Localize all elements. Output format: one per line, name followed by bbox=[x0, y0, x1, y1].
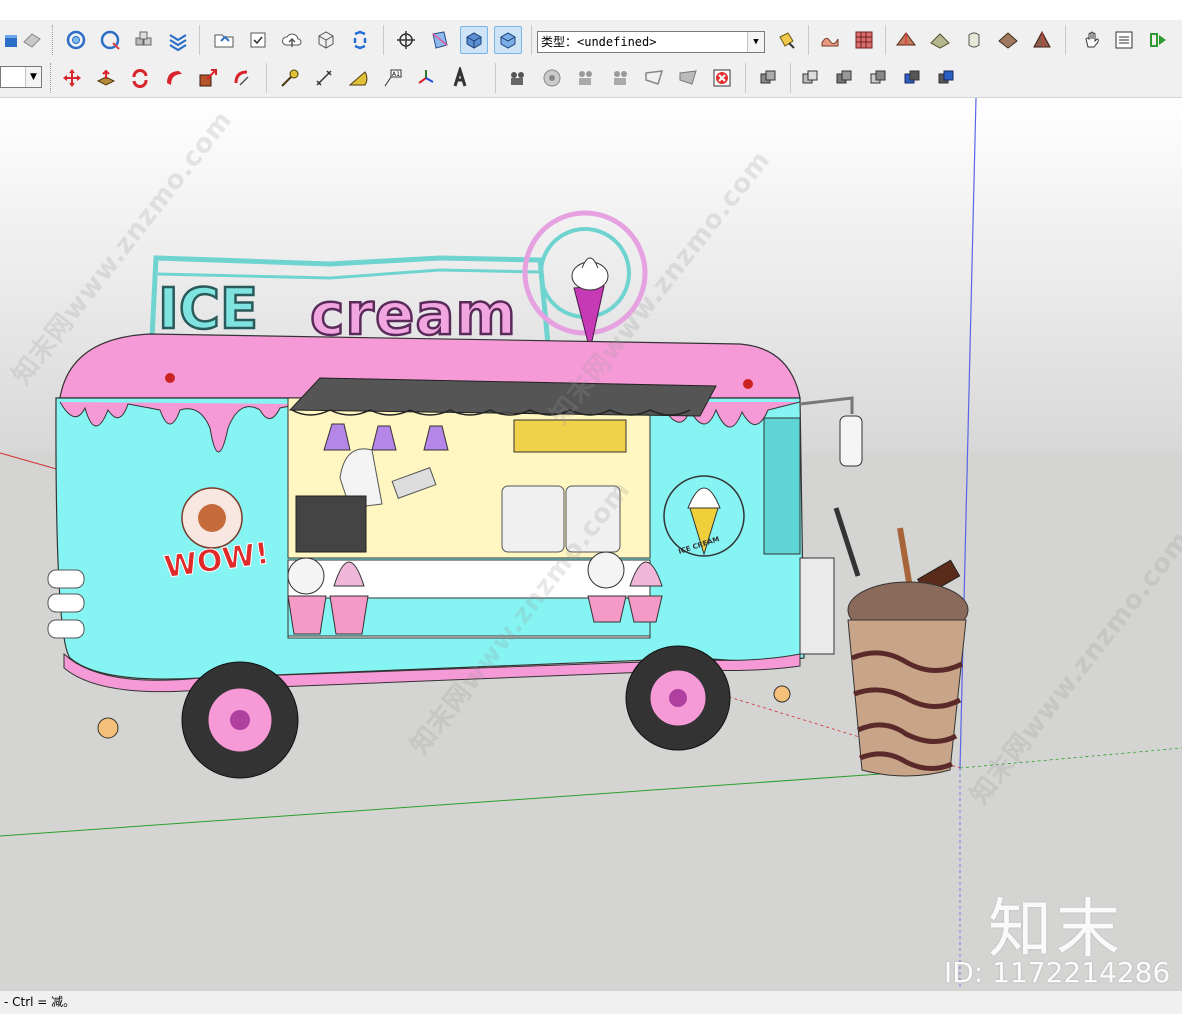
move-icon[interactable] bbox=[58, 64, 86, 92]
tail-light bbox=[47, 569, 85, 589]
chevron-down-icon[interactable]: ▼ bbox=[747, 32, 764, 52]
layer-combo[interactable]: ▼ bbox=[0, 66, 42, 88]
pushpull-icon[interactable] bbox=[92, 64, 120, 92]
toolbar-area: 类型：<undefined> ▼ ▼ A1 bbox=[0, 20, 1182, 98]
protractor-icon[interactable] bbox=[344, 64, 372, 92]
followme-icon[interactable] bbox=[160, 64, 188, 92]
section-fill-icon[interactable] bbox=[674, 64, 702, 92]
checkbox-icon[interactable] bbox=[244, 26, 272, 54]
status-bar: - Ctrl = 减。 bbox=[0, 990, 1182, 1014]
rotate-icon[interactable] bbox=[126, 64, 154, 92]
svg-text:A1: A1 bbox=[392, 71, 400, 78]
section-plane-icon[interactable] bbox=[640, 64, 668, 92]
sandbox-icon[interactable] bbox=[816, 26, 844, 54]
type-field[interactable]: 类型：<undefined> ▼ bbox=[537, 31, 765, 53]
solid-subtract-icon[interactable] bbox=[864, 64, 892, 92]
orbit-zoom-icon[interactable] bbox=[96, 26, 124, 54]
package-icon[interactable] bbox=[312, 26, 340, 54]
pyramid-icon[interactable] bbox=[1028, 26, 1056, 54]
eraser-icon[interactable] bbox=[18, 26, 46, 54]
toolbar-grip[interactable] bbox=[50, 63, 53, 93]
look-around-icon[interactable] bbox=[538, 64, 566, 92]
terrain-icon[interactable] bbox=[892, 26, 920, 54]
solid-intersect-icon[interactable] bbox=[830, 64, 858, 92]
watermark-id: ID: 1172214286 bbox=[944, 956, 1171, 989]
title-strip bbox=[0, 0, 1182, 20]
texture-icon[interactable] bbox=[994, 26, 1022, 54]
display-shelf bbox=[295, 495, 367, 553]
side-mirror bbox=[839, 415, 863, 467]
iso-view-icon[interactable] bbox=[460, 26, 488, 54]
top-view-icon[interactable] bbox=[494, 26, 522, 54]
scale-icon[interactable] bbox=[194, 64, 222, 92]
extension-icon[interactable] bbox=[346, 26, 374, 54]
toolbar-grip[interactable] bbox=[52, 25, 55, 55]
sign-text-ice: ICE bbox=[158, 277, 258, 342]
paint-bucket-icon[interactable] bbox=[772, 26, 800, 54]
type-field-value: 类型：<undefined> bbox=[541, 35, 657, 49]
text-icon[interactable]: A1 bbox=[378, 64, 406, 92]
delete-section-icon[interactable] bbox=[708, 64, 736, 92]
solid-split-icon[interactable] bbox=[932, 64, 960, 92]
walk-icon[interactable] bbox=[572, 64, 600, 92]
front-wheel bbox=[625, 645, 731, 751]
hand-icon[interactable] bbox=[1078, 26, 1106, 54]
dimension-icon[interactable] bbox=[310, 64, 338, 92]
rear-wheel bbox=[181, 661, 299, 779]
drape-icon[interactable] bbox=[960, 26, 988, 54]
section-box-icon[interactable] bbox=[426, 26, 454, 54]
marker-light bbox=[165, 373, 175, 383]
solid-union-icon[interactable] bbox=[796, 64, 824, 92]
position-camera-icon[interactable] bbox=[606, 64, 634, 92]
components-icon[interactable] bbox=[130, 26, 158, 54]
solid-trim-icon[interactable] bbox=[898, 64, 926, 92]
grid-tile-icon[interactable] bbox=[850, 26, 878, 54]
toolbar-row-1: 类型：<undefined> ▼ bbox=[0, 22, 1182, 58]
toolbar-row-2: ▼ A1 bbox=[0, 60, 1182, 96]
cloud-upload-icon[interactable] bbox=[278, 26, 306, 54]
open-folder-icon[interactable] bbox=[210, 26, 238, 54]
front-bumper-box bbox=[799, 557, 835, 655]
chevron-down-icon[interactable]: ▼ bbox=[25, 67, 41, 87]
offset-icon[interactable] bbox=[228, 64, 256, 92]
status-hint: - Ctrl = 减。 bbox=[4, 995, 76, 1009]
orbit-pan-icon[interactable] bbox=[62, 26, 90, 54]
flip-icon[interactable] bbox=[164, 26, 192, 54]
camera-icon[interactable] bbox=[504, 64, 532, 92]
3d-text-icon[interactable] bbox=[446, 64, 474, 92]
solid-outer-shell-icon[interactable] bbox=[754, 64, 782, 92]
modeling-viewport[interactable]: ICE cream ICE CREAM WOW! 知末网www.znzmo.co… bbox=[0, 98, 1182, 990]
cab-window bbox=[763, 417, 801, 555]
stamp-icon[interactable] bbox=[926, 26, 954, 54]
caster-wheel bbox=[97, 717, 119, 739]
list-icon[interactable] bbox=[1110, 26, 1138, 54]
axes-icon[interactable] bbox=[412, 64, 440, 92]
move-position-icon[interactable] bbox=[392, 26, 420, 54]
tape-measure-icon[interactable] bbox=[276, 64, 304, 92]
export-icon[interactable] bbox=[1144, 26, 1172, 54]
